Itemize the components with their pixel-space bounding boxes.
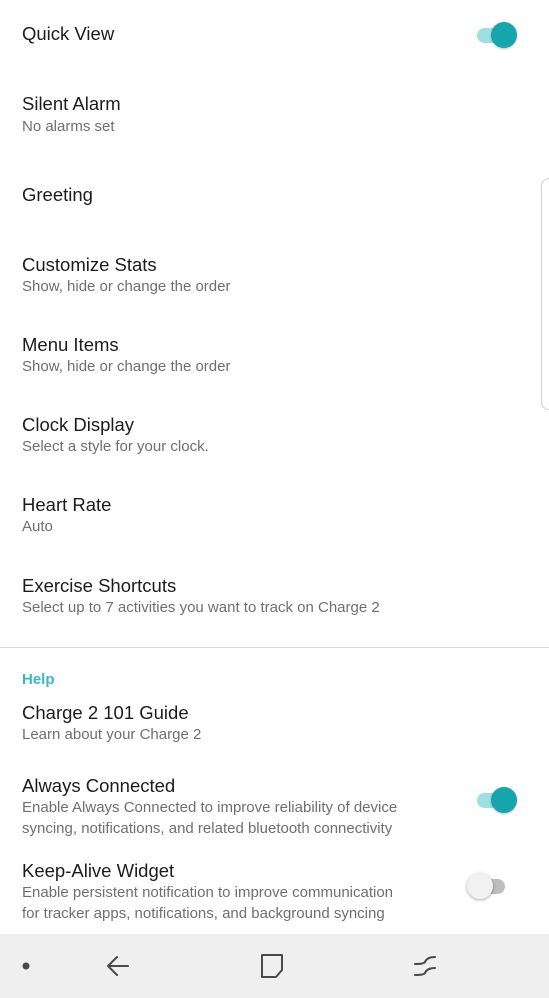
keep-alive-subtitle-line2: for tracker apps, notifications, and bac… xyxy=(22,905,385,922)
toggle-thumb xyxy=(491,787,517,813)
edge-panel-handle[interactable] xyxy=(541,178,549,410)
settings-list: Quick View Silent Alarm No alarms set Gr… xyxy=(0,0,549,934)
always-connected-title: Always Connected xyxy=(22,775,176,796)
keep-alive-subtitle-line1: Enable persistent notification to improv… xyxy=(22,884,394,901)
customize-stats-title: Customize Stats xyxy=(22,254,157,275)
silent-alarm-subtitle: No alarms set xyxy=(22,118,115,135)
dot-icon[interactable] xyxy=(6,946,46,986)
quick-view-toggle[interactable] xyxy=(475,20,519,50)
silent-alarm-title: Silent Alarm xyxy=(22,93,121,114)
always-connected-toggle[interactable] xyxy=(475,785,519,815)
always-connected-subtitle-line1: Enable Always Connected to improve relia… xyxy=(22,799,398,816)
exercise-shortcuts-row[interactable]: Exercise Shortcuts Select up to 7 activi… xyxy=(0,550,549,647)
help-section-header: Help xyxy=(22,671,55,688)
home-square-icon[interactable] xyxy=(252,946,292,986)
always-connected-row[interactable]: Always Connected Enable Always Connected… xyxy=(0,765,549,850)
customize-stats-row[interactable]: Customize Stats Show, hide or change the… xyxy=(0,230,549,310)
menu-items-row[interactable]: Menu Items Show, hide or change the orde… xyxy=(0,310,549,390)
guide-title: Charge 2 101 Guide xyxy=(22,702,189,723)
keep-alive-row[interactable]: Keep-Alive Widget Enable persistent noti… xyxy=(0,850,549,934)
exercise-shortcuts-title: Exercise Shortcuts xyxy=(22,575,177,596)
clock-display-title: Clock Display xyxy=(22,414,135,435)
keep-alive-title: Keep-Alive Widget xyxy=(22,860,175,881)
quick-view-row[interactable]: Quick View xyxy=(0,0,549,70)
always-connected-subtitle-line2: syncing, notifications, and related blue… xyxy=(22,820,393,837)
clock-display-row[interactable]: Clock Display Select a style for your cl… xyxy=(0,390,549,470)
customize-stats-subtitle: Show, hide or change the order xyxy=(22,278,231,295)
heart-rate-subtitle: Auto xyxy=(22,518,53,535)
clock-display-subtitle: Select a style for your clock. xyxy=(22,438,209,455)
quick-view-title: Quick View xyxy=(22,23,115,44)
greeting-title: Greeting xyxy=(22,184,93,205)
greeting-row[interactable]: Greeting xyxy=(0,160,549,230)
menu-items-subtitle: Show, hide or change the order xyxy=(22,358,231,375)
toggle-thumb xyxy=(491,22,517,48)
heart-rate-row[interactable]: Heart Rate Auto xyxy=(0,470,549,550)
heart-rate-title: Heart Rate xyxy=(22,494,112,515)
section-divider xyxy=(0,647,549,648)
exercise-shortcuts-subtitle: Select up to 7 activities you want to tr… xyxy=(22,599,380,616)
recent-apps-icon[interactable] xyxy=(405,946,445,986)
keep-alive-toggle[interactable] xyxy=(467,871,511,901)
back-arrow-icon[interactable] xyxy=(98,946,138,986)
guide-row[interactable]: Charge 2 101 Guide Learn about your Char… xyxy=(0,690,549,765)
toggle-thumb xyxy=(467,873,493,899)
silent-alarm-row[interactable]: Silent Alarm No alarms set xyxy=(0,70,549,160)
menu-items-title: Menu Items xyxy=(22,334,119,355)
navigation-bar xyxy=(0,934,549,998)
guide-subtitle: Learn about your Charge 2 xyxy=(22,726,202,743)
